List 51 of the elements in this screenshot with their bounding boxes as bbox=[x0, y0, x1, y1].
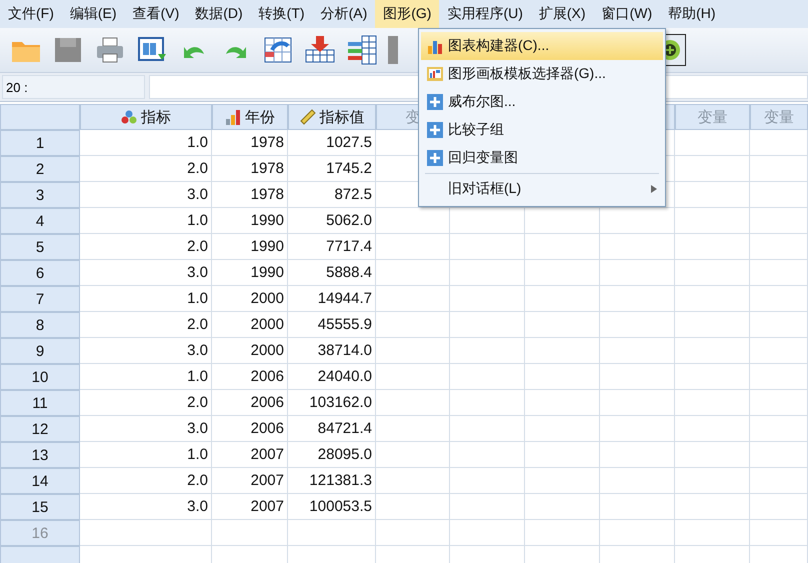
table-cell: 1.0 bbox=[80, 364, 212, 390]
table-cell: 3.0 bbox=[80, 260, 212, 286]
table-cell: 1.0 bbox=[80, 286, 212, 312]
table-cell: 5062.0 bbox=[288, 208, 376, 234]
table-cell: 1990 bbox=[212, 234, 288, 260]
table-cell: 2.0 bbox=[80, 468, 212, 494]
column-name: 指标 bbox=[141, 108, 171, 126]
table-cell: 45555.9 bbox=[288, 312, 376, 338]
table-cell: 84721.4 bbox=[288, 416, 376, 442]
table-cell: 3.0 bbox=[80, 416, 212, 442]
table-cell: 2000 bbox=[212, 338, 288, 364]
table-cell: 7717.4 bbox=[288, 234, 376, 260]
table-cell: 3.0 bbox=[80, 338, 212, 364]
table-cell: 2006 bbox=[212, 416, 288, 442]
table-cell: 1027.5 bbox=[288, 130, 376, 156]
table-cell: 2.0 bbox=[80, 234, 212, 260]
table-cell: 2007 bbox=[212, 494, 288, 520]
table-cell: 5888.4 bbox=[288, 260, 376, 286]
table-cell: 121381.3 bbox=[288, 468, 376, 494]
table-cell: 3.0 bbox=[80, 494, 212, 520]
table-cell: 2.0 bbox=[80, 390, 212, 416]
column-name: 变量 bbox=[698, 108, 728, 126]
table-cell: 1978 bbox=[212, 182, 288, 208]
table-cell: 2007 bbox=[212, 442, 288, 468]
table-cell: 3.0 bbox=[80, 182, 212, 208]
table-cell: 2006 bbox=[212, 364, 288, 390]
table-cell: 1.0 bbox=[80, 130, 212, 156]
cell-reference: 20 : bbox=[2, 75, 145, 99]
table-cell: 1990 bbox=[212, 208, 288, 234]
table-cell: 1978 bbox=[212, 156, 288, 182]
table-cell: 1.0 bbox=[80, 442, 212, 468]
table-cell: 2.0 bbox=[80, 312, 212, 338]
table-cell: 2000 bbox=[212, 312, 288, 338]
column-name: 指标值 bbox=[320, 108, 364, 126]
table-cell: 28095.0 bbox=[288, 442, 376, 468]
table-cell: 1990 bbox=[212, 260, 288, 286]
table-cell: 1978 bbox=[212, 130, 288, 156]
table-cell: 872.5 bbox=[288, 182, 376, 208]
column-name: 变量 bbox=[764, 108, 794, 126]
column-name: 年份 bbox=[245, 108, 275, 126]
table-cell: 2.0 bbox=[80, 156, 212, 182]
table-cell: 1745.2 bbox=[288, 156, 376, 182]
table-cell: 2006 bbox=[212, 390, 288, 416]
table-cell: 2007 bbox=[212, 468, 288, 494]
table-cell: 38714.0 bbox=[288, 338, 376, 364]
table-cell: 2000 bbox=[212, 286, 288, 312]
table-cell: 103162.0 bbox=[288, 390, 376, 416]
table-cell: 100053.5 bbox=[288, 494, 376, 520]
table-cell: 1.0 bbox=[80, 208, 212, 234]
table-cell: 14944.7 bbox=[288, 286, 376, 312]
table-cell: 24040.0 bbox=[288, 364, 376, 390]
